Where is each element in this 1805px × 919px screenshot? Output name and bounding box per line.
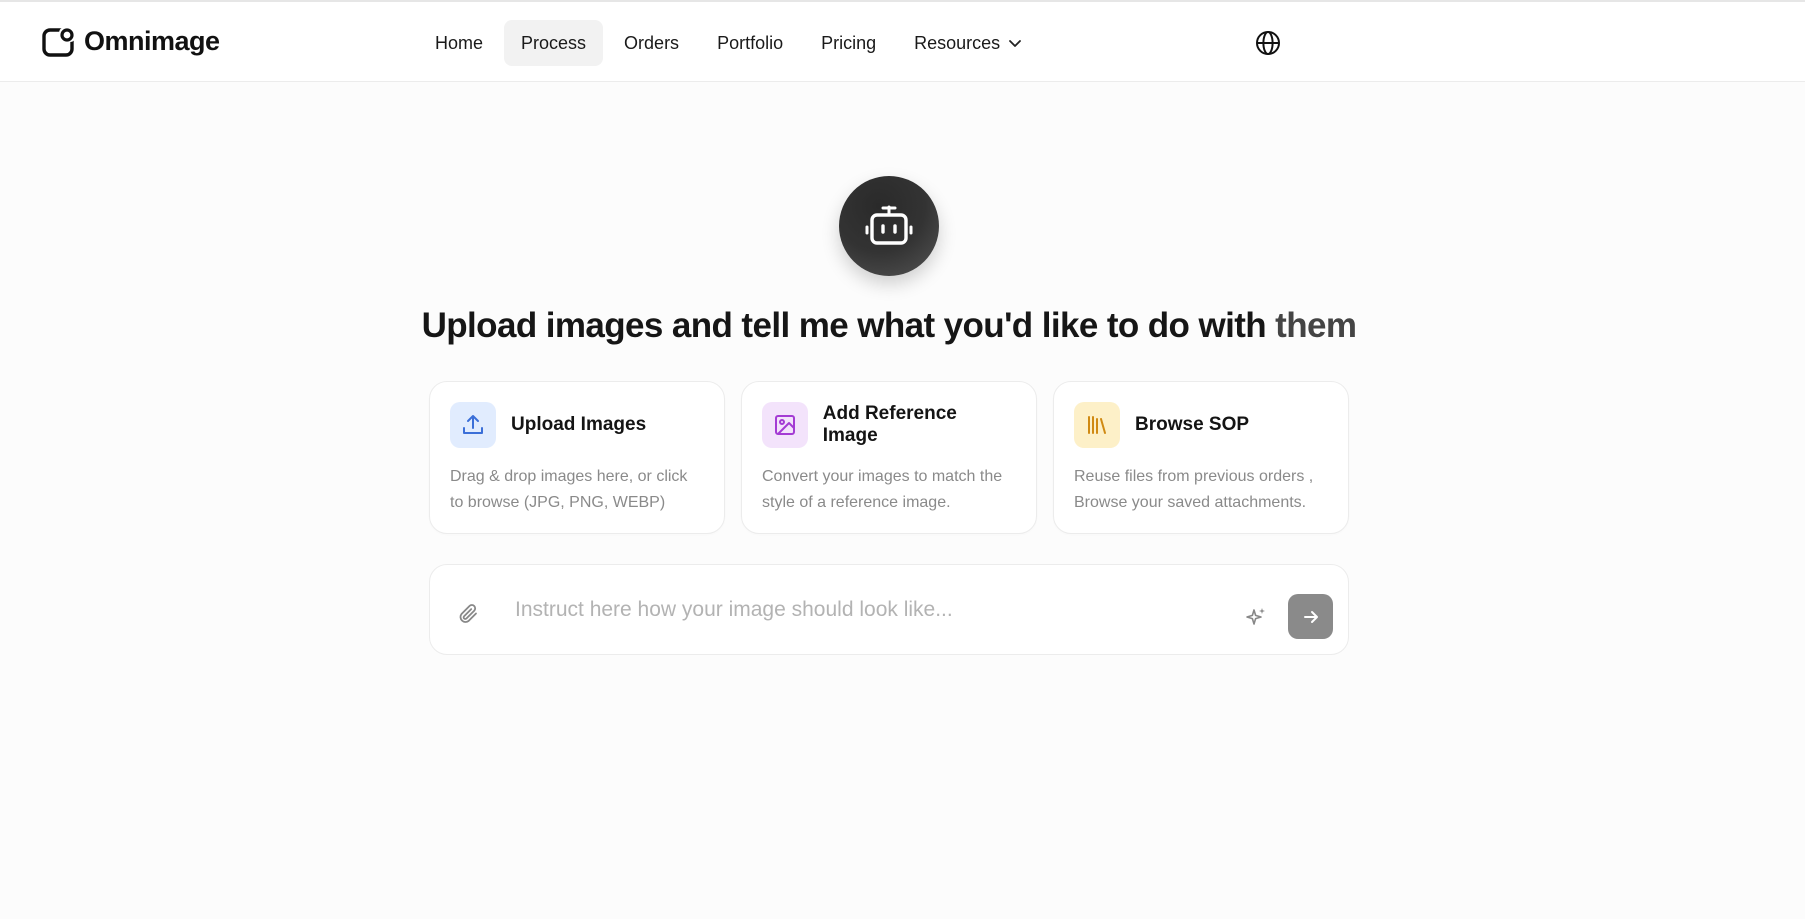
image-icon	[774, 415, 795, 435]
prompt-input[interactable]	[515, 593, 1215, 627]
nav-portfolio[interactable]: Portfolio	[700, 20, 800, 66]
image-icon-tile	[762, 402, 808, 448]
card-description: Convert your images to match the style o…	[762, 468, 1003, 511]
nav-pricing-label: Pricing	[821, 33, 877, 53]
brand-name: Omnimage	[84, 26, 220, 56]
nav-resources-dropdown[interactable]: Resources	[897, 20, 1039, 66]
sparkle-icon[interactable]	[1245, 606, 1267, 628]
card-description: Drag & drop images here, or click to bro…	[450, 468, 688, 511]
library-icon	[1088, 416, 1106, 434]
nav-resources-label: Resources	[914, 33, 1001, 53]
assistant-avatar	[839, 176, 939, 276]
add-reference-image-card[interactable]: Add Reference Image Convert your images …	[741, 381, 1037, 534]
browse-sop-card[interactable]: Browse SOP Reuse files from previous ord…	[1053, 381, 1349, 534]
upload-images-card[interactable]: Upload Images Drag & drop images here, o…	[429, 381, 725, 534]
nav-orders[interactable]: Orders	[607, 20, 696, 66]
nav-orders-label: Orders	[624, 33, 680, 53]
globe-icon[interactable]	[1255, 30, 1281, 56]
library-icon-tile	[1074, 402, 1120, 448]
main-nav: Home Process Orders Portfolio Pricing Re…	[418, 20, 1039, 66]
action-cards: Upload Images Drag & drop images here, o…	[429, 381, 1349, 534]
upload-icon	[463, 415, 483, 434]
card-description: Reuse files from previous orders , Brows…	[1074, 468, 1314, 511]
upload-icon-tile	[450, 402, 496, 448]
nav-home[interactable]: Home	[418, 20, 500, 66]
send-button[interactable]	[1288, 594, 1333, 639]
nav-pricing[interactable]: Pricing	[804, 20, 893, 66]
top-navbar: Omnimage Home Process Orders Portfolio P…	[0, 0, 1805, 82]
nav-home-label: Home	[435, 33, 484, 53]
nav-process-label: Process	[521, 33, 587, 53]
arrow-right-icon	[1303, 610, 1318, 623]
nav-process[interactable]: Process	[504, 20, 604, 66]
robot-icon	[865, 205, 913, 245]
logo-mark-icon	[42, 26, 76, 57]
headline-main: Upload images and tell me what you'd lik…	[421, 306, 1267, 345]
prompt-composer	[429, 564, 1349, 655]
card-title: Add Reference Image	[822, 403, 957, 446]
paperclip-icon[interactable]	[457, 602, 481, 626]
page-headline: Upload images and tell me what you'd lik…	[0, 306, 1778, 346]
brand-logo[interactable]: Omnimage	[42, 26, 220, 57]
headline-tail: them	[1266, 306, 1357, 345]
card-title: Upload Images	[511, 414, 647, 435]
card-title: Browse SOP	[1135, 414, 1250, 435]
chevron-down-icon	[1009, 40, 1022, 47]
nav-portfolio-label: Portfolio	[717, 33, 784, 53]
